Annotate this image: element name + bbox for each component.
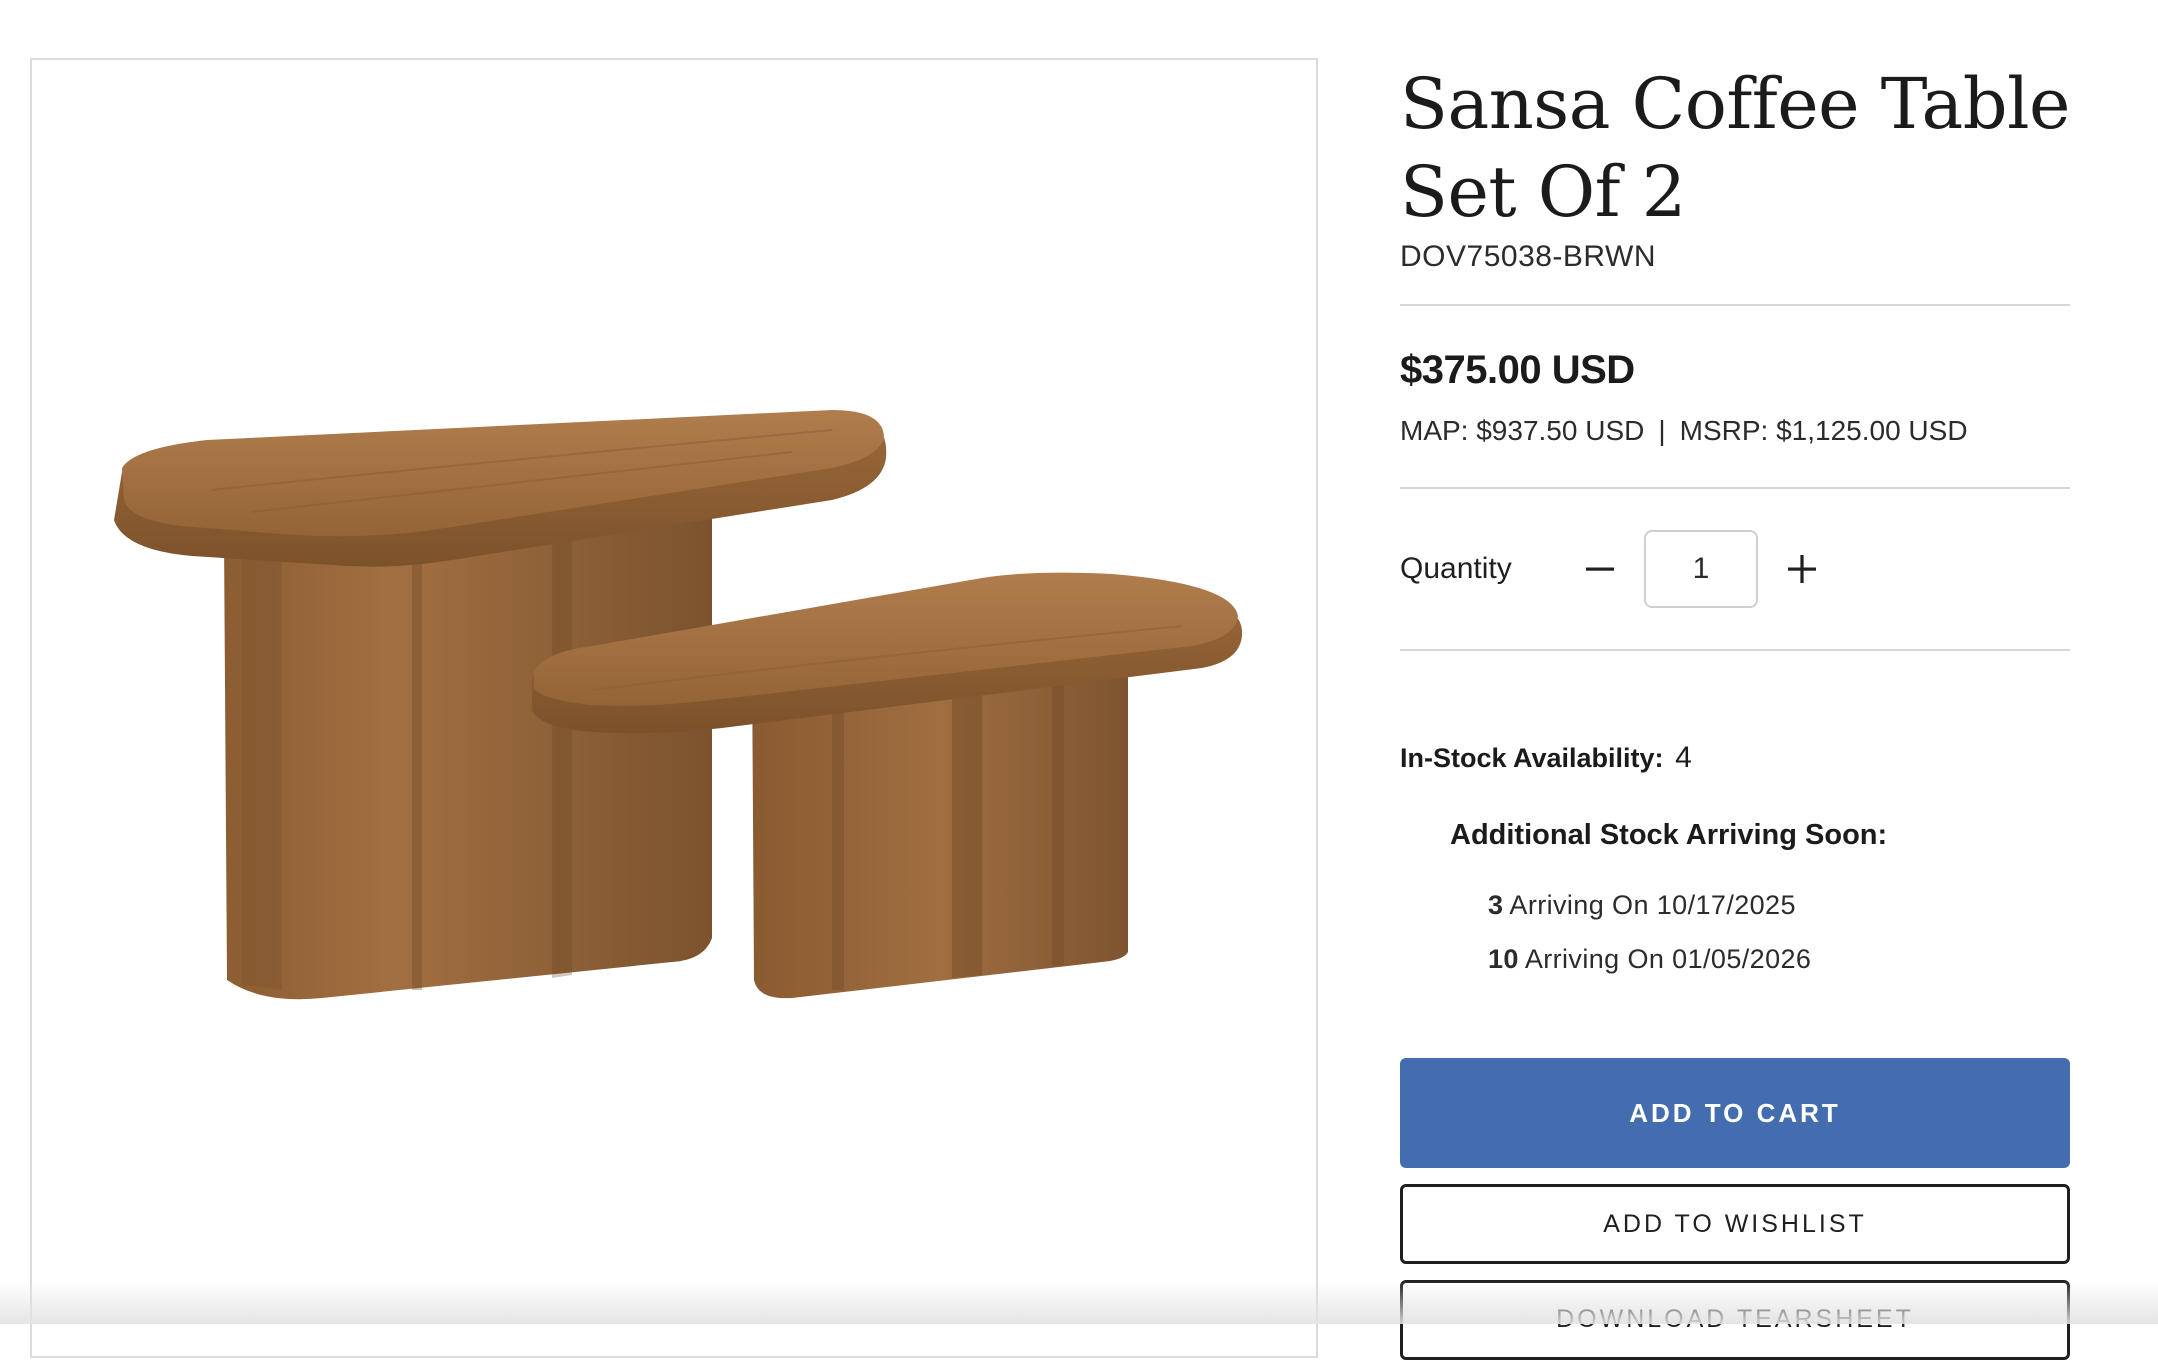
decrease-quantity-button[interactable] <box>1576 545 1624 593</box>
stock-availability: In-Stock Availability: 4 <box>1400 741 2070 775</box>
price-separator: | <box>1658 415 1666 446</box>
secondary-prices: MAP: $937.50 USD | MSRP: $1,125.00 USD <box>1400 415 2070 447</box>
arrival-item: 10 Arriving On 01/05/2026 <box>1488 932 2070 986</box>
minus-icon <box>1586 567 1614 571</box>
arrival-list: 3 Arriving On 10/17/2025 10 Arriving On 01… <box>1488 878 2070 986</box>
quantity-selector: Quantity <box>1400 489 2070 649</box>
divider <box>1400 304 2070 306</box>
arriving-soon-heading: Additional Stock Arriving Soon: <box>1450 819 1888 851</box>
arrival-date-text: Arriving On 01/05/2026 <box>1524 944 1812 974</box>
availability-count: 4 <box>1675 741 1692 774</box>
quantity-label: Quantity <box>1400 552 1512 585</box>
quantity-input[interactable] <box>1644 530 1758 608</box>
arrival-quantity: 10 <box>1488 944 1519 974</box>
add-to-wishlist-button[interactable]: ADD TO WISHLIST <box>1400 1184 2070 1264</box>
increase-quantity-button[interactable] <box>1778 545 1826 593</box>
msrp-price: MSRP: $1,125.00 USD <box>1679 415 1968 446</box>
product-info-panel: Sansa Coffee Table Set Of 2 DOV75038-BRW… <box>1400 60 2070 1360</box>
divider <box>1400 649 2070 651</box>
plus-icon <box>1788 555 1816 583</box>
arrival-item: 3 Arriving On 10/17/2025 <box>1488 878 2070 932</box>
product-price: $375.00 USD <box>1400 348 1635 392</box>
large-table-leg <box>224 510 712 1000</box>
arrival-date-text: Arriving On 10/17/2025 <box>1509 890 1796 920</box>
product-title: Sansa Coffee Table Set Of 2 <box>1400 63 2070 233</box>
product-image <box>114 410 1243 1000</box>
product-sku: DOV75038-BRWN <box>1400 240 1657 273</box>
map-price: MAP: $937.50 USD <box>1400 415 1645 446</box>
arrival-quantity: 3 <box>1488 890 1504 920</box>
availability-label: In-Stock Availability: <box>1400 743 1664 773</box>
download-tearsheet-button[interactable]: DOWNLOAD TEARSHEET <box>1400 1280 2070 1360</box>
product-image-frame[interactable] <box>30 58 1318 1358</box>
add-to-cart-button[interactable]: ADD TO CART <box>1400 1058 2070 1168</box>
